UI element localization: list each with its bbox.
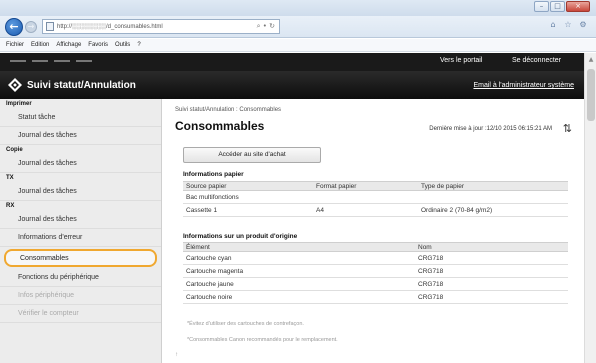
browser-menubar: Fichier Edition Affichage Favoris Outils…: [0, 39, 596, 52]
menu-favoris[interactable]: Favoris: [88, 42, 108, 48]
table-cell: Cartouche jaune: [183, 277, 415, 291]
sidebar-section-rx: RX: [6, 203, 15, 209]
menu-help[interactable]: ?: [137, 42, 140, 48]
sidebar-item-statut-tache[interactable]: Statut tâche: [0, 109, 161, 127]
table-header-row: Source papier Format papier Type de papi…: [183, 181, 568, 191]
table-cell: Ordinaire 2 (70-84 g/m2): [418, 203, 568, 217]
scroll-thumb[interactable]: [587, 69, 595, 121]
menu-edition[interactable]: Edition: [31, 42, 49, 48]
address-bar[interactable]: http://░░░░░░░░/d_consumables.html ⌕ • ↻: [42, 19, 280, 34]
column-header: Élément: [183, 242, 415, 252]
menu-affichage[interactable]: Affichage: [56, 42, 81, 48]
back-button[interactable]: ←: [5, 18, 23, 36]
table-cell: Cartouche noire: [183, 290, 415, 304]
page-title: Consommables: [175, 119, 265, 133]
app-top-strip: Vers le portail Se déconnecter: [0, 53, 584, 71]
browser-tools: ⌂ ☆ ⚙: [548, 20, 588, 29]
admin-email-link[interactable]: Email à l'administrateur système: [473, 82, 574, 89]
table-cell: Bac multifonctions: [183, 190, 313, 204]
sidebar: Imprimer Statut tâche Journal des tâches…: [0, 99, 162, 363]
sidebar-item-informations-erreur[interactable]: Informations d'erreur: [0, 229, 161, 247]
refresh-icon[interactable]: ⇅: [563, 122, 572, 135]
column-header: Format papier: [313, 181, 418, 191]
sidebar-item-journal-rx[interactable]: Journal des tâches: [0, 211, 161, 229]
page-icon: [46, 22, 54, 31]
paper-info-title: Informations papier: [183, 171, 244, 178]
minimize-icon[interactable]: –: [534, 1, 549, 12]
sidebar-item-journal-tx[interactable]: Journal des tâches: [0, 183, 161, 201]
table-cell: CRG718: [415, 277, 568, 291]
scroll-up-icon[interactable]: ▲: [587, 56, 595, 64]
table-row: Cartouche jaune CRG718: [183, 277, 568, 291]
table-row: Cartouche noire CRG718: [183, 290, 568, 304]
last-update-text: Dernière mise à jour :12/10 2015 06:15:2…: [429, 126, 552, 132]
sidebar-item-consommables[interactable]: Consommables: [4, 249, 157, 267]
table-row: Cartouche magenta CRG718: [183, 264, 568, 278]
app-title: Suivi statut/Annulation: [27, 80, 136, 91]
status-icon: [8, 78, 22, 92]
table-cell: CRG718: [415, 264, 568, 278]
table-cell: Cassette 1: [183, 203, 313, 217]
blurred-links: [10, 58, 92, 62]
table-cell: CRG718: [415, 251, 568, 265]
main-content: Suivi statut/Annulation : Consommables C…: [163, 99, 584, 363]
table-cell: CRG718: [415, 290, 568, 304]
close-icon[interactable]: ×: [566, 1, 590, 12]
bottom-marker: ↑: [175, 352, 178, 358]
column-header: Nom: [415, 242, 568, 252]
column-header: Type de papier: [418, 181, 568, 191]
cartridge-info-table: Élément Nom Cartouche cyan CRG718 Cartou…: [183, 242, 568, 304]
app-header: Suivi statut/Annulation Email à l'admini…: [0, 71, 584, 99]
paper-info-table: Source papier Format papier Type de papi…: [183, 181, 568, 217]
table-row: Cassette 1 A4 Ordinaire 2 (70-84 g/m2): [183, 203, 568, 217]
sidebar-section-imprimer: Imprimer: [6, 101, 32, 107]
sidebar-item-fonctions[interactable]: Fonctions du périphérique: [0, 269, 161, 287]
table-cell: [313, 190, 418, 204]
table-header-row: Élément Nom: [183, 242, 568, 252]
sidebar-item-infos[interactable]: Infos périphérique: [0, 287, 161, 305]
replacement-note: *Consommables Canon recommandés pour le …: [187, 337, 338, 343]
table-row: Cartouche cyan CRG718: [183, 251, 568, 265]
window-controls: – □ ×: [533, 1, 590, 12]
breadcrumb: Suivi statut/Annulation : Consommables: [175, 107, 282, 113]
purchase-site-button[interactable]: Accéder au site d'achat: [183, 147, 321, 163]
column-header: Source papier: [183, 181, 313, 191]
page-scrollbar[interactable]: ▲: [584, 53, 596, 363]
counterfeit-note: *Évitez d'utiliser des cartouches de con…: [187, 321, 304, 327]
home-icon[interactable]: ⌂: [548, 20, 558, 29]
browser-navbar: ← → http://░░░░░░░░/d_consumables.html ⌕…: [0, 16, 596, 38]
address-tools[interactable]: ⌕ • ↻: [257, 22, 275, 31]
portal-link[interactable]: Vers le portail: [440, 57, 482, 64]
sidebar-section-tx: TX: [6, 175, 14, 181]
maximize-icon[interactable]: □: [550, 1, 565, 12]
forward-button[interactable]: →: [25, 21, 37, 33]
cartridge-info-title: Informations sur un produit d'origine: [183, 233, 298, 240]
table-cell: A4: [313, 203, 418, 217]
window-titlebar: – □ ×: [0, 0, 596, 16]
menu-fichier[interactable]: Fichier: [6, 42, 24, 48]
sidebar-section-copie: Copie: [6, 147, 23, 153]
menu-outils[interactable]: Outils: [115, 42, 130, 48]
star-icon[interactable]: ☆: [563, 20, 573, 29]
sidebar-item-journal-imprimer[interactable]: Journal des tâches: [0, 127, 161, 145]
table-row: Bac multifonctions: [183, 190, 568, 204]
gear-icon[interactable]: ⚙: [578, 20, 588, 29]
table-cell: Cartouche cyan: [183, 251, 415, 265]
table-cell: Cartouche magenta: [183, 264, 415, 278]
sidebar-item-compteur[interactable]: Vérifier le compteur: [0, 305, 161, 323]
sidebar-item-journal-copie[interactable]: Journal des tâches: [0, 155, 161, 173]
url-text[interactable]: http://░░░░░░░░/d_consumables.html: [57, 24, 163, 30]
logout-link[interactable]: Se déconnecter: [512, 57, 561, 64]
table-cell: [418, 190, 568, 204]
